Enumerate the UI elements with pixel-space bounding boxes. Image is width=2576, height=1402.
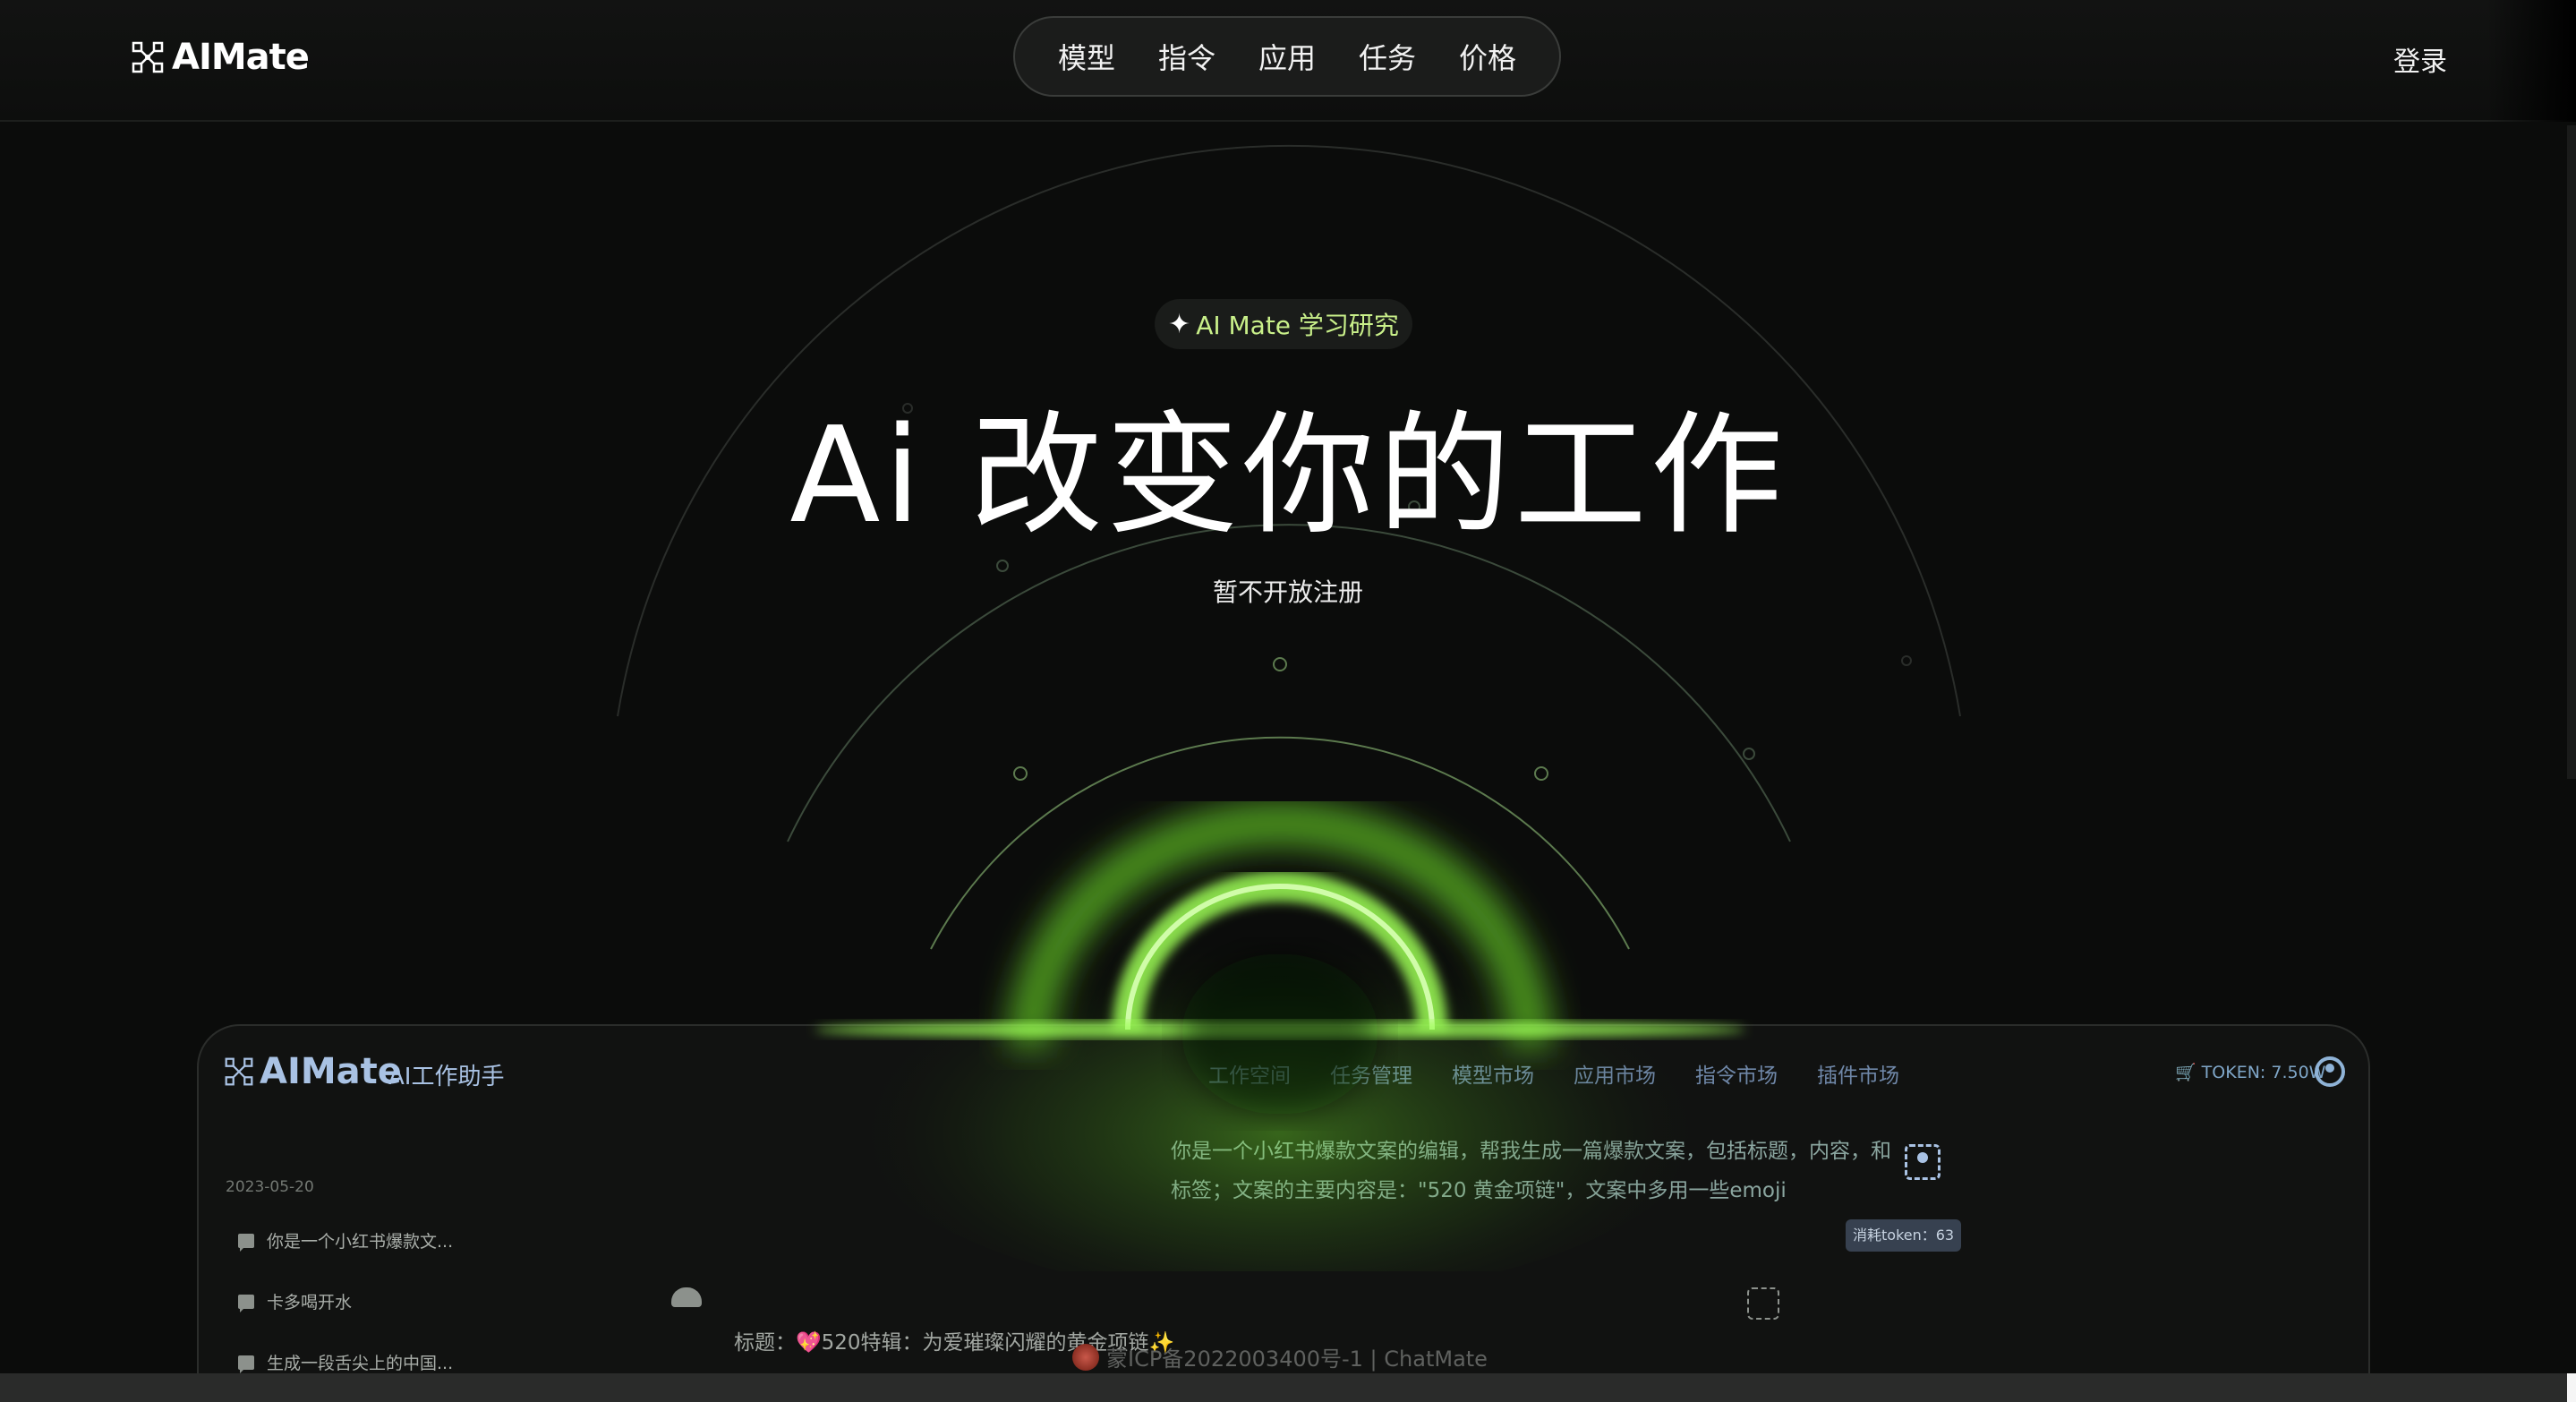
preview-nav-apps[interactable]: 应用市场 xyxy=(1574,1058,1656,1089)
preview-token-balance: 🛒 TOKEN: 7.50W xyxy=(2175,1062,2326,1083)
history-date: 2023-05-20 xyxy=(226,1178,314,1196)
hero-badge: ✦ AI Mate 学习研究 xyxy=(1155,299,1412,349)
logo-mark-icon xyxy=(225,1057,253,1086)
user-avatar-icon xyxy=(1905,1144,1941,1180)
brand-logo[interactable]: AIMate xyxy=(131,36,310,79)
footer-icp[interactable]: 蒙ICP备2022003400号-1 | ChatMate xyxy=(1072,1341,1488,1372)
top-navbar: AIMate 模型 指令 应用 任务 价格 登录 xyxy=(0,0,2576,122)
preview-header: AIMate AI工作助手 工作空间 任务管理 模型市场 应用市场 指令市场 插… xyxy=(199,1026,2368,1119)
cart-icon: 🛒 xyxy=(2175,1063,2196,1082)
vertical-scrollbar[interactable] xyxy=(2567,125,2576,779)
logo-text: AIMate xyxy=(172,37,310,78)
conversation-title: 卡多喝开水 xyxy=(267,1293,353,1312)
nav-item-pricing[interactable]: 价格 xyxy=(1459,36,1516,77)
preview-nav-plugins[interactable]: 插件市场 xyxy=(1817,1058,1899,1089)
logo-mark-icon xyxy=(132,41,164,73)
login-link[interactable]: 登录 xyxy=(2393,39,2447,79)
nav-item-prompts[interactable]: 指令 xyxy=(1158,36,1215,77)
preview-logo: AIMate xyxy=(224,1051,402,1092)
preview-logo-text: AIMate xyxy=(260,1051,402,1092)
chat-icon xyxy=(238,1355,254,1373)
main-nav: 模型 指令 应用 任务 价格 xyxy=(1013,16,1561,97)
preview-assistant-label: AI工作助手 xyxy=(388,1064,505,1090)
preview-nav-workspace[interactable]: 工作空间 xyxy=(1208,1058,1291,1089)
conversation-title: 生成一段舌尖上的中国... xyxy=(267,1354,454,1373)
hero-title: Ai 改变你的工作 xyxy=(789,398,1787,552)
preview-nav-tasks[interactable]: 任务管理 xyxy=(1330,1058,1412,1089)
chat-icon xyxy=(238,1233,254,1252)
icp-text: 蒙ICP备2022003400号-1 | ChatMate xyxy=(1106,1346,1488,1372)
hero-badge-label: AI Mate 学习研究 xyxy=(1196,311,1399,340)
sparkle-icon: ✦ xyxy=(1168,308,1191,340)
preview-nav-models[interactable]: 模型市场 xyxy=(1452,1058,1534,1089)
user-icon[interactable] xyxy=(2315,1056,2345,1087)
chat-icon xyxy=(238,1294,254,1312)
copy-icon[interactable] xyxy=(1747,1287,1779,1320)
preview-token-text: TOKEN: 7.50W xyxy=(2201,1062,2326,1082)
conversation-item[interactable]: 卡多喝开水 xyxy=(238,1289,352,1313)
conversation-title: 你是一个小红书爆款文... xyxy=(267,1232,454,1252)
preview-nav-prompts[interactable]: 指令市场 xyxy=(1695,1058,1778,1089)
conversation-item[interactable]: 生成一段舌尖上的中国... xyxy=(238,1350,453,1374)
nav-item-models[interactable]: 模型 xyxy=(1058,36,1115,77)
bot-icon xyxy=(671,1287,702,1307)
user-message: 你是一个小红书爆款文案的编辑，帮我生成一篇爆款文案，包括标题，内容，和标签；文案… xyxy=(1171,1140,1891,1202)
preview-nav: 工作空间 任务管理 模型市场 应用市场 指令市场 插件市场 xyxy=(1208,1058,1899,1089)
police-badge-icon xyxy=(1072,1343,1099,1371)
token-cost-badge: 消耗token：63 xyxy=(1846,1219,1962,1252)
nav-item-tasks[interactable]: 任务 xyxy=(1359,36,1416,77)
nav-item-apps[interactable]: 应用 xyxy=(1258,36,1316,77)
hero-subtitle: 暂不开放注册 xyxy=(1212,577,1363,607)
conversation-item[interactable]: 你是一个小红书爆款文... xyxy=(238,1228,453,1252)
horizontal-scrollbar[interactable] xyxy=(0,1373,2576,1402)
